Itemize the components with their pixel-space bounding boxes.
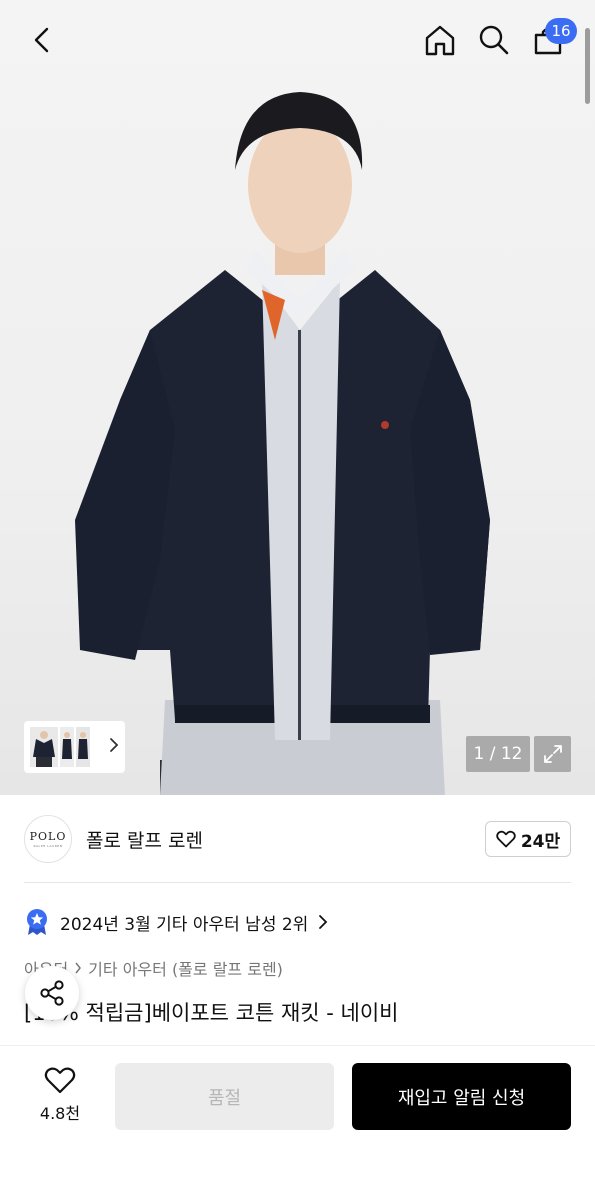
expand-image-button[interactable] bbox=[534, 736, 571, 772]
image-counter: 1 / 12 bbox=[466, 736, 530, 772]
brand-logo[interactable]: POLO RALPH LAUREN bbox=[24, 815, 72, 863]
heart-icon bbox=[496, 830, 516, 848]
restock-alert-button[interactable]: 재입고 알림 신청 bbox=[352, 1063, 571, 1130]
brand-logo-text: POLO bbox=[29, 830, 67, 843]
product-title: [10% 적립금]베이포트 코튼 재킷 - 네이비 bbox=[24, 1001, 399, 1025]
share-icon bbox=[40, 980, 64, 1006]
soldout-button: 품절 bbox=[115, 1063, 334, 1130]
top-navigation-bar: 16 bbox=[0, 0, 595, 80]
product-photo bbox=[75, 92, 490, 795]
chevron-right-icon bbox=[75, 962, 82, 974]
thumbnail-2[interactable] bbox=[60, 727, 74, 767]
breadcrumb-subcategory[interactable]: 기타 아우터 (폴로 랄프 로렌) bbox=[88, 956, 283, 980]
cart-count-badge: 16 bbox=[545, 18, 577, 44]
ranking-star-badge-icon bbox=[27, 909, 47, 935]
home-icon bbox=[425, 25, 455, 56]
chevron-left-icon bbox=[34, 27, 49, 53]
heart-icon bbox=[44, 1067, 76, 1094]
thumbnail-3[interactable] bbox=[76, 727, 90, 767]
thumbnail-1[interactable] bbox=[30, 727, 58, 767]
home-button[interactable] bbox=[418, 18, 462, 62]
chevron-right-icon bbox=[319, 915, 328, 929]
ranking-text: 2024년 3월 기타 아우터 남성 2위 bbox=[60, 914, 309, 935]
divider bbox=[24, 882, 571, 883]
chevron-right-icon bbox=[110, 738, 119, 752]
ranking-link[interactable]: 2024년 3월 기타 아우터 남성 2위 bbox=[24, 907, 328, 937]
brand-like-button[interactable]: 24만 bbox=[485, 821, 571, 857]
search-button[interactable] bbox=[472, 18, 516, 62]
wishlist-count: 4.8천 bbox=[39, 1104, 81, 1123]
expand-icon bbox=[543, 745, 562, 763]
search-icon bbox=[479, 25, 509, 55]
brand-logo-subtext: RALPH LAUREN bbox=[33, 844, 63, 848]
wishlist-button[interactable]: 4.8천 bbox=[24, 1066, 96, 1126]
share-button[interactable] bbox=[25, 966, 79, 1020]
brand-name-link[interactable]: 폴로 랄프 로렌 bbox=[86, 826, 203, 853]
back-button[interactable] bbox=[20, 18, 64, 62]
scrollbar[interactable] bbox=[585, 28, 590, 104]
thumbnail-strip[interactable] bbox=[24, 721, 125, 773]
brand-like-count: 24만 bbox=[520, 831, 561, 852]
product-image-gallery[interactable]: 16 1 / 12 bbox=[0, 0, 595, 795]
